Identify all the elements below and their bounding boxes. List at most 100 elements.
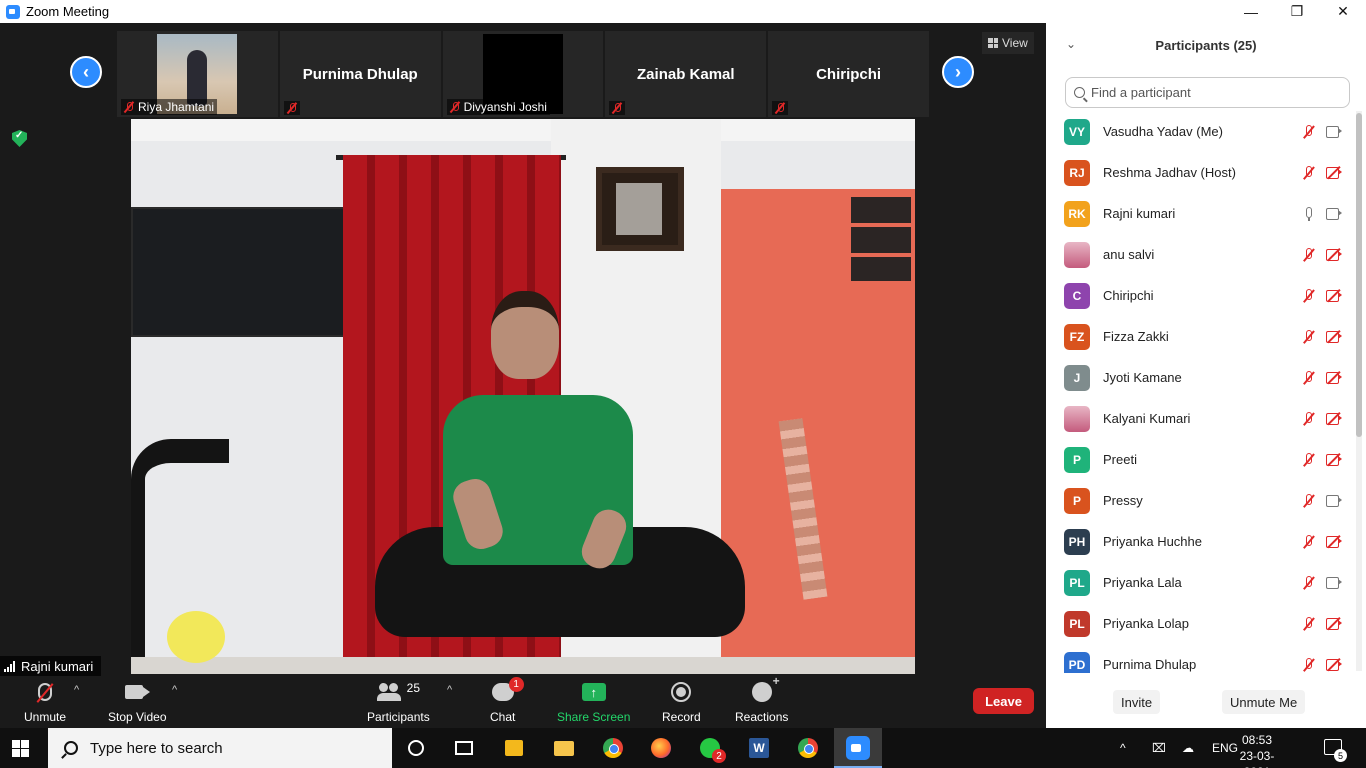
thumbnail-name: Divyanshi Joshi <box>463 100 547 114</box>
participant-name: Jyoti Kamane <box>1103 370 1182 385</box>
participant-name: Priyanka Lolap <box>1103 616 1189 631</box>
participant-list-scrollbar[interactable] <box>1356 111 1362 671</box>
participant-row[interactable]: Kalyani Kumari <box>1046 398 1356 439</box>
panel-footer: Invite Unmute Me <box>1046 683 1366 719</box>
participant-row[interactable]: P Pressy <box>1046 480 1356 521</box>
chat-unread-badge: 1 <box>508 677 524 692</box>
close-button[interactable]: ✕ <box>1320 0 1366 23</box>
participant-avatar: PH <box>1064 528 1090 555</box>
participant-row[interactable]: FZ Fizza Zakki <box>1046 316 1356 357</box>
participant-avatar: RJ <box>1064 159 1090 186</box>
microphone-muted-icon <box>1302 453 1316 467</box>
whatsapp-icon[interactable]: 2 <box>698 736 726 763</box>
onedrive-cloud-icon[interactable]: ☁ <box>1182 728 1194 768</box>
store-icon[interactable] <box>502 736 526 760</box>
view-button[interactable]: View <box>982 32 1034 54</box>
thumbnail-tile[interactable]: Riya Jhamtani <box>117 31 278 117</box>
next-page-button[interactable]: › <box>942 56 974 88</box>
firefox-icon[interactable] <box>649 736 673 760</box>
share-screen-label: Share Screen <box>557 710 631 724</box>
leave-button[interactable]: Leave <box>973 688 1034 714</box>
video-camera-icon <box>125 685 151 699</box>
participant-avatar: PL <box>1064 610 1090 637</box>
participant-avatar: C <box>1064 282 1090 309</box>
microphone-muted-icon <box>1302 494 1316 508</box>
participant-search-input[interactable] <box>1091 85 1331 100</box>
participant-row[interactable]: VY Vasudha Yadav (Me) <box>1046 111 1356 152</box>
chat-button[interactable]: 1 Chat <box>490 677 524 724</box>
video-camera-off-icon <box>1326 616 1342 631</box>
video-camera-off-icon <box>1326 411 1342 426</box>
microphone-icon <box>1302 207 1316 221</box>
previous-page-button[interactable]: ‹ <box>70 56 102 88</box>
thumbnail-name: Purnima Dhulap <box>302 65 418 83</box>
participant-name: Purnima Dhulap <box>1103 657 1197 672</box>
windows-start-icon[interactable] <box>12 740 29 757</box>
participant-row[interactable]: PL Priyanka Lolap <box>1046 603 1356 644</box>
taskbar-search[interactable] <box>48 728 392 768</box>
participant-row[interactable]: P Preeti <box>1046 439 1356 480</box>
thumbnail-tile[interactable]: Chiripchi <box>768 31 929 117</box>
participant-name: Priyanka Lala <box>1103 575 1182 590</box>
chat-label: Chat <box>490 710 516 724</box>
participant-row[interactable]: RK Rajni kumari <box>1046 193 1356 234</box>
unmute-label: Unmute <box>24 710 67 724</box>
maximize-button[interactable]: ❐ <box>1274 0 1320 23</box>
chrome-icon[interactable] <box>601 736 625 760</box>
taskbar-search-input[interactable] <box>90 739 370 757</box>
collapse-chevron-icon[interactable]: ⌄ <box>1066 37 1076 51</box>
active-speaker-name: Rajni kumari <box>21 658 94 674</box>
invite-button[interactable]: Invite <box>1113 690 1161 714</box>
record-button[interactable]: Record <box>662 680 701 724</box>
unmute-me-button[interactable]: Unmute Me <box>1222 690 1306 714</box>
video-camera-off-icon <box>1326 657 1342 672</box>
participant-avatar <box>1064 241 1090 268</box>
thumbnail-tile[interactable]: Divyanshi Joshi <box>442 31 604 117</box>
video-camera-icon <box>1326 495 1342 507</box>
participant-search[interactable] <box>1065 77 1350 108</box>
task-view-icon[interactable] <box>452 736 476 760</box>
participant-avatar: RK <box>1064 200 1090 227</box>
stop-video-button[interactable]: Stop Video <box>108 680 167 724</box>
cortana-icon[interactable] <box>404 736 428 760</box>
device-icon[interactable]: ⌧ <box>1152 728 1166 768</box>
panel-title: Participants (25) <box>1155 37 1257 53</box>
chat-bubble-icon: 1 <box>491 677 524 701</box>
share-screen-button[interactable]: ↑ Share Screen <box>557 680 630 724</box>
thumbnail-tile[interactable]: Purnima Dhulap <box>279 31 441 117</box>
language-indicator[interactable]: ENG <box>1212 728 1238 768</box>
zoom-logo-icon <box>6 4 20 19</box>
participant-row[interactable]: PL Priyanka Lala <box>1046 562 1356 603</box>
zoom-taskbar-button[interactable] <box>834 728 882 768</box>
microphone-muted-icon <box>1302 125 1316 139</box>
word-icon[interactable]: W <box>747 736 771 760</box>
file-explorer-icon[interactable] <box>552 736 576 760</box>
participant-row[interactable]: anu salvi <box>1046 234 1356 275</box>
participants-options-chevron-icon[interactable]: ^ <box>447 684 452 696</box>
participants-label: Participants <box>367 710 430 724</box>
audio-options-chevron-icon[interactable]: ^ <box>74 684 79 696</box>
video-options-chevron-icon[interactable]: ^ <box>172 684 177 696</box>
reactions-button[interactable]: Reactions <box>735 674 788 724</box>
participant-row[interactable]: RJ Reshma Jadhav (Host) <box>1046 152 1356 193</box>
encryption-shield-icon[interactable] <box>12 130 27 147</box>
participant-row[interactable]: PD Purnima Dhulap <box>1046 644 1356 673</box>
chrome-profile-icon[interactable] <box>796 736 820 760</box>
participant-name: Preeti <box>1103 452 1137 467</box>
system-clock[interactable]: 08:53 23-03-2021 <box>1236 732 1278 768</box>
participant-row[interactable]: C Chiripchi <box>1046 275 1356 316</box>
participants-button[interactable]: 25 Participants <box>367 680 430 724</box>
participant-row[interactable]: J Jyoti Kamane <box>1046 357 1356 398</box>
unmute-button[interactable]: Unmute <box>24 680 66 724</box>
search-icon <box>1074 87 1085 98</box>
participant-name: Vasudha Yadav (Me) <box>1103 124 1223 139</box>
window-title: Zoom Meeting <box>26 4 110 19</box>
share-screen-icon: ↑ <box>581 683 606 701</box>
thumbnail-tile[interactable]: Zainab Kamal <box>605 31 767 117</box>
show-hidden-icons-chevron-icon[interactable]: ^ <box>1120 728 1126 768</box>
video-camera-off-icon <box>1326 329 1342 344</box>
participant-row[interactable]: PH Priyanka Huchhe <box>1046 521 1356 562</box>
participant-avatar: PL <box>1064 569 1090 596</box>
clock-time: 08:53 <box>1241 733 1273 747</box>
minimize-button[interactable]: — <box>1228 0 1274 23</box>
